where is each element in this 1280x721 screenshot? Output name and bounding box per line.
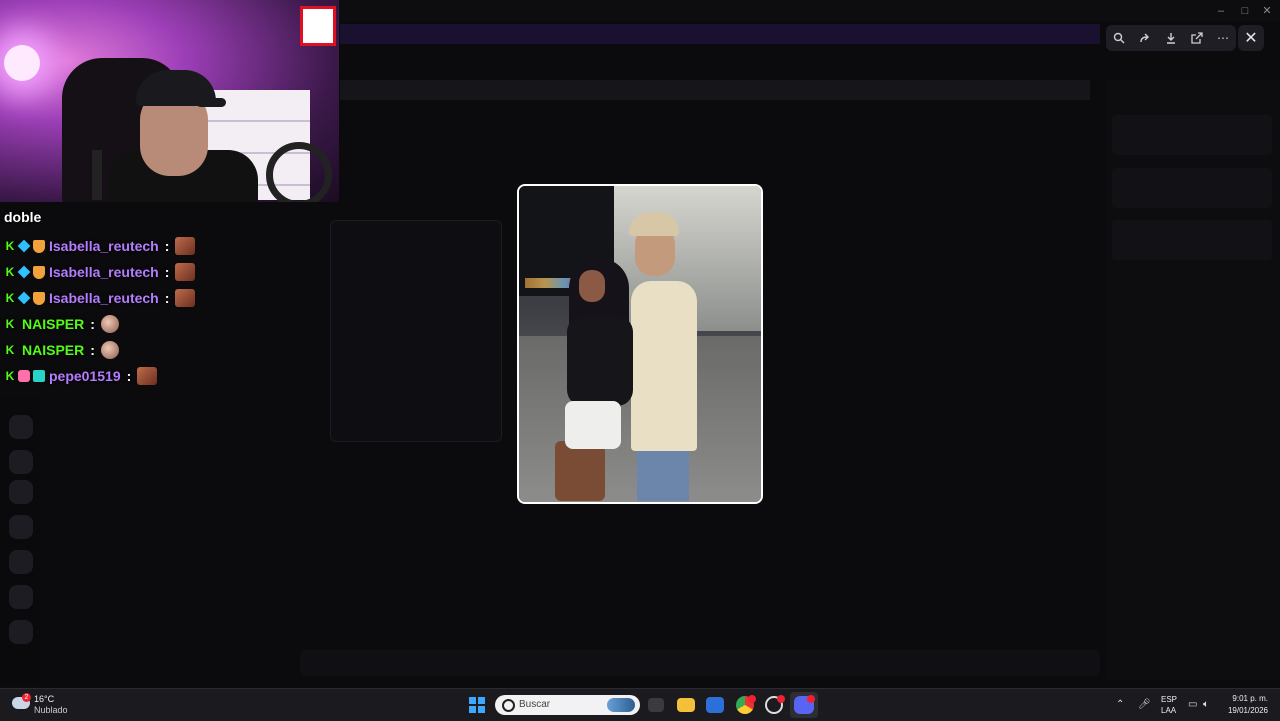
- weather-condition: Nublado: [34, 705, 68, 715]
- start-button[interactable]: [469, 697, 485, 713]
- volume-icon[interactable]: 🔈︎: [1203, 699, 1209, 710]
- shield-badge-icon: [33, 291, 45, 305]
- background-channel-header: [340, 80, 1090, 100]
- emote: [175, 263, 196, 281]
- background-banner: [340, 24, 1100, 44]
- chat-separator: :: [164, 238, 170, 254]
- more-icon[interactable]: ⋯: [1214, 29, 1232, 47]
- chat-message: K NAISPER :: [4, 340, 119, 360]
- clock[interactable]: 9:01 p. m. 19/01/2026: [1214, 689, 1274, 721]
- chat-username[interactable]: pepe01519: [49, 368, 121, 384]
- emote: [175, 289, 196, 307]
- show-hidden-icons-icon[interactable]: ⌃: [1116, 699, 1124, 710]
- notification-dot: [777, 695, 785, 703]
- emote: [100, 341, 119, 359]
- chat-username[interactable]: NAISPER: [22, 342, 84, 358]
- shield-badge-icon: [33, 239, 45, 253]
- kick-badge-icon: K: [4, 265, 16, 279]
- chat-separator: :: [126, 368, 132, 384]
- chat-message: K Isabella_reutech :: [4, 236, 196, 256]
- chat-message: K Isabella_reutech :: [4, 262, 196, 282]
- cube-badge-icon: [17, 291, 31, 305]
- cube-badge-icon: [17, 265, 31, 279]
- search-icon: [502, 699, 515, 712]
- microphone-icon[interactable]: 🎤︎: [1138, 699, 1151, 710]
- chat-separator: :: [90, 316, 95, 332]
- minimize-window-button[interactable]: –: [1214, 4, 1228, 18]
- chat-previous-message: doble: [4, 209, 42, 225]
- emote: [100, 315, 119, 333]
- chat-message: K pepe01519 :: [4, 366, 158, 386]
- close-window-button[interactable]: ✕: [1260, 4, 1274, 18]
- background-member-card: [1112, 115, 1272, 155]
- background-server-list: [0, 395, 40, 685]
- close-icon[interactable]: ✕: [1238, 25, 1264, 51]
- streamer-webcam: [0, 0, 339, 202]
- zoom-icon[interactable]: [1110, 29, 1128, 47]
- kick-badge-icon: K: [4, 239, 16, 253]
- background-member-card: [1112, 168, 1272, 208]
- keyboard-layout: LAA: [1161, 706, 1177, 715]
- weather-widget[interactable]: 2 16°C Nublado: [0, 689, 80, 721]
- weather-temperature: 16°C: [34, 694, 55, 704]
- open-external-icon[interactable]: [1188, 29, 1206, 47]
- background-input-bar: [300, 650, 1100, 676]
- chat-separator: :: [164, 290, 170, 306]
- language-indicator[interactable]: ESP LAA: [1158, 689, 1182, 721]
- mail-icon[interactable]: [706, 697, 724, 713]
- cube-badge-icon: [17, 239, 31, 253]
- file-explorer-icon[interactable]: [677, 698, 695, 712]
- download-icon[interactable]: [1162, 29, 1180, 47]
- background-member-card: [1112, 220, 1272, 260]
- teal-badge-icon: [33, 370, 45, 382]
- viewer-toolbar: ⋯: [1106, 25, 1236, 51]
- maximize-window-button[interactable]: □: [1238, 4, 1252, 18]
- shield-badge-icon: [33, 265, 45, 279]
- emote: [137, 367, 158, 385]
- media-viewer-image[interactable]: [517, 184, 763, 504]
- pink-badge-icon: [18, 370, 30, 382]
- kick-badge-icon: K: [4, 343, 16, 357]
- search-highlight-icon: [607, 698, 635, 712]
- kick-badge-icon: K: [4, 317, 16, 331]
- chat-separator: :: [90, 342, 95, 358]
- chat-username[interactable]: Isabella_reutech: [49, 290, 159, 306]
- network-icon[interactable]: ▭: [1188, 699, 1197, 710]
- taskbar: 2 16°C Nublado Buscar ⌃ 🎤︎ ESP LAA ▭ 🔈︎ …: [0, 688, 1280, 721]
- notification-dot: [748, 695, 756, 703]
- notification-dot: [807, 695, 815, 703]
- chat-message: K NAISPER :: [4, 314, 119, 334]
- forward-icon[interactable]: [1136, 29, 1154, 47]
- chat-username[interactable]: Isabella_reutech: [49, 238, 159, 254]
- clock-time: 9:01 p. m.: [1232, 694, 1268, 703]
- chat-username[interactable]: NAISPER: [22, 316, 84, 332]
- search-placeholder: Buscar: [519, 699, 551, 710]
- kick-badge-icon: K: [4, 291, 16, 305]
- language-code: ESP: [1161, 695, 1178, 704]
- emote: [175, 237, 196, 255]
- task-view-icon[interactable]: [648, 698, 664, 712]
- clock-date: 19/01/2026: [1227, 706, 1268, 715]
- chat-separator: :: [164, 264, 170, 280]
- chat-username[interactable]: Isabella_reutech: [49, 264, 159, 280]
- weather-badge: 2: [22, 693, 31, 702]
- kick-badge-icon: K: [4, 369, 16, 383]
- background-message-media: [330, 220, 502, 442]
- taskbar-search[interactable]: Buscar: [495, 695, 640, 715]
- chat-message: K Isabella_reutech :: [4, 288, 196, 308]
